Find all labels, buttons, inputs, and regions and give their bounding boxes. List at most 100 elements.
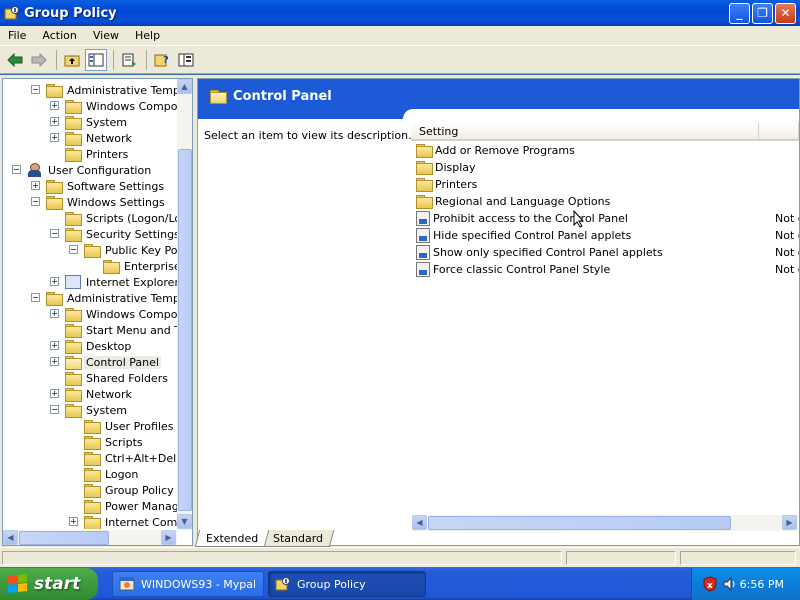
tree-item[interactable]: Ctrl+Alt+Del Options: [84, 450, 179, 466]
folder-icon: [84, 451, 101, 466]
tree-item[interactable]: Logon: [84, 466, 140, 482]
tree-item[interactable]: + Network: [50, 386, 134, 402]
show-hide-tree-icon[interactable]: [85, 48, 107, 71]
tree-item[interactable]: − Administrative Templates: [31, 290, 179, 306]
list-item-folder[interactable]: Display: [416, 159, 476, 176]
expand-icon[interactable]: +: [50, 101, 59, 110]
console-tree[interactable]: − Administrative Templates + Windows Compon…: [2, 78, 193, 546]
details-horizontal-scrollbar[interactable]: ◀ ▶: [412, 515, 798, 531]
setting-state: Not configured: [775, 263, 799, 276]
tree-item[interactable]: Shared Folders: [65, 370, 170, 386]
tree-item[interactable]: + Software Settings: [31, 178, 166, 194]
tree-item[interactable]: User Profiles: [84, 418, 176, 434]
list-item-folder[interactable]: Printers: [416, 176, 477, 193]
collapse-icon[interactable]: −: [69, 245, 78, 254]
status-pane: [680, 551, 796, 565]
tree-item[interactable]: + Desktop: [50, 338, 133, 354]
tree-item[interactable]: + Internet Communication Management: [69, 514, 179, 529]
tree-item[interactable]: + Windows Components: [50, 98, 179, 114]
collapse-icon[interactable]: −: [31, 197, 40, 206]
menu-action[interactable]: Action: [34, 29, 84, 42]
scroll-left-button[interactable]: ◀: [412, 515, 427, 530]
clock[interactable]: 6:56 PM: [740, 578, 784, 591]
menu-help[interactable]: Help: [127, 29, 168, 42]
up-folder-icon[interactable]: [61, 49, 83, 71]
scroll-thumb[interactable]: [19, 531, 109, 545]
tree-item[interactable]: Printers: [65, 146, 130, 162]
tree-item-label: Internet Communication Management: [105, 515, 179, 529]
expand-icon[interactable]: +: [50, 389, 59, 398]
menu-view[interactable]: View: [85, 29, 127, 42]
collapse-icon[interactable]: −: [50, 405, 59, 414]
close-button[interactable]: ✕: [775, 2, 796, 24]
tab-extended[interactable]: Extended: [194, 530, 270, 547]
tree-item[interactable]: − Administrative Templates: [31, 82, 179, 98]
tree-vertical-scrollbar[interactable]: ▲ ▼: [177, 79, 192, 530]
list-item-folder[interactable]: Add or Remove Programs: [416, 142, 575, 159]
expand-icon[interactable]: +: [50, 357, 59, 366]
scroll-right-button[interactable]: ▶: [161, 530, 176, 545]
scroll-right-button[interactable]: ▶: [782, 515, 797, 530]
tree-item[interactable]: + Windows Components: [50, 306, 179, 322]
list-item-policy[interactable]: Hide specified Control Panel applets: [416, 227, 631, 244]
list-item-policy[interactable]: Force classic Control Panel Style: [416, 261, 610, 278]
scroll-down-button[interactable]: ▼: [177, 514, 192, 529]
collapse-icon[interactable]: −: [12, 165, 21, 174]
tree-item[interactable]: Enterprise Trust: [103, 258, 179, 274]
expand-icon[interactable]: +: [31, 181, 40, 190]
taskbar-button-group-policy[interactable]: Group Policy: [268, 571, 426, 597]
expand-icon[interactable]: +: [50, 277, 59, 286]
title-bar[interactable]: Group Policy _ ❐ ✕: [0, 0, 800, 26]
scroll-up-button[interactable]: ▲: [177, 79, 192, 94]
column-header-state[interactable]: [759, 123, 799, 139]
list-item-policy[interactable]: Show only specified Control Panel applet…: [416, 244, 663, 261]
tree-horizontal-scrollbar[interactable]: ◀ ▶: [3, 530, 177, 545]
tree-item[interactable]: Start Menu and Taskbar: [65, 322, 179, 338]
tree-item-label: Windows Components: [86, 99, 179, 113]
tree-item-label: Enterprise Trust: [124, 259, 179, 273]
taskbar-button-mypal[interactable]: WINDOWS93 - Mypal: [112, 571, 264, 597]
toolbar-separator: [113, 49, 114, 70]
tree-item[interactable]: − Public Key Policies: [69, 242, 179, 258]
expand-icon[interactable]: +: [50, 309, 59, 318]
tree-item[interactable]: Group Policy: [84, 482, 176, 498]
security-alert-icon[interactable]: x: [702, 576, 718, 595]
minimize-button[interactable]: _: [729, 2, 750, 24]
start-label: start: [34, 574, 81, 594]
collapse-icon[interactable]: −: [31, 293, 40, 302]
properties-icon[interactable]: [175, 49, 197, 71]
column-header-setting[interactable]: Setting: [411, 123, 759, 139]
tree-item[interactable]: Power Management: [84, 498, 179, 514]
tree-item[interactable]: − User Configuration: [12, 162, 153, 178]
tree-item[interactable]: − System: [50, 402, 129, 418]
expand-icon[interactable]: +: [50, 117, 59, 126]
list-item-policy[interactable]: Prohibit access to the Control Panel: [416, 210, 628, 227]
expand-icon[interactable]: +: [50, 133, 59, 142]
tab-standard[interactable]: Standard: [261, 530, 335, 547]
help-icon[interactable]: ?: [151, 49, 173, 71]
restore-button[interactable]: ❐: [752, 2, 773, 24]
scroll-thumb[interactable]: [428, 516, 731, 530]
tree-item[interactable]: − Security Settings: [50, 226, 179, 242]
start-button[interactable]: start: [0, 568, 98, 600]
menu-bar: File Action View Help: [0, 26, 800, 46]
tree-item[interactable]: − Windows Settings: [31, 194, 167, 210]
export-list-icon[interactable]: [118, 49, 140, 71]
forward-arrow-icon[interactable]: [28, 49, 50, 71]
tree-item[interactable]: Scripts: [84, 434, 145, 450]
volume-icon[interactable]: [722, 576, 738, 595]
collapse-icon[interactable]: −: [50, 229, 59, 238]
expand-icon[interactable]: +: [69, 517, 78, 526]
tree-item[interactable]: + System: [50, 114, 129, 130]
menu-file[interactable]: File: [0, 29, 34, 42]
back-arrow-icon[interactable]: [4, 49, 26, 71]
expand-icon[interactable]: +: [50, 341, 59, 350]
scroll-left-button[interactable]: ◀: [3, 530, 18, 545]
tree-item[interactable]: + Control Panel: [50, 354, 161, 370]
tree-item[interactable]: + Network: [50, 130, 134, 146]
collapse-icon[interactable]: −: [31, 85, 40, 94]
list-item-folder[interactable]: Regional and Language Options: [416, 193, 610, 210]
scroll-thumb[interactable]: [178, 149, 192, 511]
tree-item[interactable]: + Internet Explorer Maintenance: [50, 274, 179, 290]
tree-item[interactable]: Scripts (Logon/Logoff): [65, 210, 179, 226]
